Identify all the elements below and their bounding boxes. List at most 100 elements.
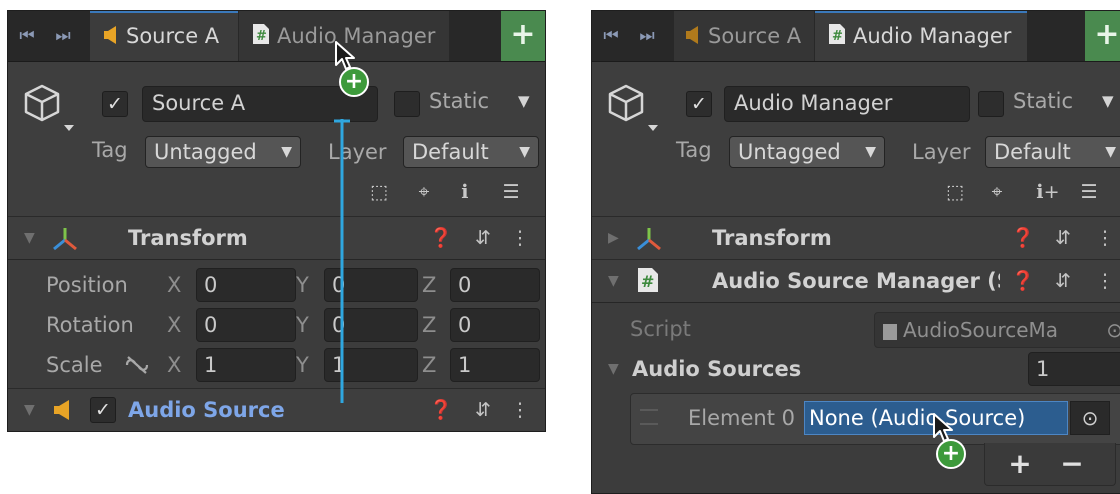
tab-source-a[interactable]: Source A	[674, 11, 814, 61]
help-icon[interactable]: ❓	[1010, 268, 1036, 294]
presets-icon[interactable]: ⇵	[470, 225, 496, 251]
svg-text:#: #	[832, 29, 843, 44]
layer-value: Default	[412, 140, 489, 164]
audio-sources-label[interactable]: Audio Sources	[632, 351, 801, 387]
static-checkbox[interactable]	[978, 91, 1004, 117]
last-tab-icon[interactable]: ⏭	[636, 24, 658, 48]
inspector-panel-left: ⏮ ⏭ Source A # Audio Manager + ✓ Source …	[7, 10, 546, 432]
chevron-down-icon: ▼	[865, 144, 876, 160]
audio-sources-count-field[interactable]: 1	[1028, 352, 1120, 386]
axis-z-label[interactable]: Z	[422, 347, 436, 383]
audio-source-manager-header[interactable]: ▼ # Audio Source Manager (S ❓ ⇵ ⋮	[592, 259, 1120, 303]
foldout-down-icon[interactable]: ▼	[24, 217, 35, 259]
rotation-label: Rotation	[46, 313, 134, 337]
transform-title: Transform	[712, 226, 832, 250]
help-icon[interactable]: ❓	[428, 225, 454, 251]
chevron-down-icon: ▼	[519, 144, 530, 160]
foldout-right-icon[interactable]: ▶	[608, 217, 619, 259]
gameobject-header: ✓ Audio Manager Static ▼ Tag Untagged ▼ L…	[592, 62, 1120, 221]
script-label: Script	[630, 317, 691, 341]
audio-source-header[interactable]: ▼ ✓ Audio Source ❓ ⇵ ⋮	[8, 388, 545, 431]
layer-dropdown[interactable]: Default ▼	[985, 136, 1120, 168]
active-checkbox[interactable]: ✓	[102, 91, 128, 117]
add-tab-button[interactable]: +	[1085, 11, 1120, 61]
audio-source-icon	[686, 12, 700, 62]
scale-z-field[interactable]: 1	[450, 348, 540, 382]
axis-z-label[interactable]: Z	[422, 307, 436, 343]
axis-x-label[interactable]: X	[167, 307, 181, 343]
layer-dropdown[interactable]: Default ▼	[403, 136, 539, 168]
axis-y-label[interactable]: Y	[296, 347, 309, 383]
transform-header[interactable]: ▼ Transform ❓ ⇵ ⋮	[8, 216, 545, 260]
script-icon: #	[253, 12, 269, 62]
active-checkbox[interactable]: ✓	[686, 91, 712, 117]
foldout-down-icon[interactable]: ▼	[608, 351, 619, 387]
unlinked-scale-icon[interactable]	[124, 355, 150, 379]
add-element-button[interactable]: +	[1000, 449, 1040, 479]
presets-icon[interactable]: ⇵	[470, 397, 496, 423]
layer-label: Layer	[912, 140, 971, 164]
gameobject-cube-icon[interactable]	[606, 82, 658, 138]
drag-add-icon: +	[936, 439, 966, 469]
axis-y-label[interactable]: Y	[296, 267, 309, 303]
layout-icon[interactable]: ☰	[498, 179, 524, 205]
last-tab-icon[interactable]: ⏭	[52, 24, 74, 48]
tab-audio-manager[interactable]: # Audio Manager	[815, 11, 1027, 61]
context-menu-icon[interactable]: ⋮	[1092, 225, 1118, 251]
name-field[interactable]: Audio Manager	[724, 86, 970, 122]
tag-label: Tag	[676, 138, 712, 162]
static-dropdown-icon[interactable]: ▼	[518, 92, 530, 110]
rotation-x-field[interactable]: 0	[196, 308, 296, 342]
rotation-z-field[interactable]: 0	[450, 308, 540, 342]
add-tab-button[interactable]: +	[501, 11, 545, 61]
select-object-icon[interactable]: ⬚	[366, 179, 392, 205]
inspector-panel-right: ⏮ ⏭ Source A # Audio Manager + ✓ Audio M…	[591, 10, 1120, 494]
help-icon[interactable]: ❓	[1010, 225, 1036, 251]
context-menu-icon[interactable]: ⋮	[507, 397, 533, 423]
presets-icon[interactable]: ⇵	[1050, 268, 1076, 294]
select-object-icon[interactable]: ⬚	[942, 179, 968, 205]
info-icon[interactable]: ℹ	[452, 179, 478, 205]
audio-source-enabled-checkbox[interactable]: ✓	[90, 397, 116, 423]
foldout-down-icon[interactable]: ▼	[608, 260, 619, 302]
axis-y-label[interactable]: Y	[296, 307, 309, 343]
gameobject-cube-icon[interactable]	[22, 82, 74, 138]
axis-x-label[interactable]: X	[167, 347, 181, 383]
tag-dropdown[interactable]: Untagged ▼	[145, 136, 301, 168]
transform-icon	[636, 227, 662, 255]
layer-value: Default	[994, 140, 1071, 164]
drag-handle-icon[interactable]	[640, 409, 658, 425]
pivot-icon[interactable]: ⌖	[984, 179, 1010, 205]
tag-dropdown[interactable]: Untagged ▼	[729, 136, 885, 168]
presets-icon[interactable]: ⇵	[1050, 225, 1076, 251]
static-checkbox[interactable]	[394, 91, 420, 117]
pivot-icon[interactable]: ⌖	[411, 179, 437, 205]
static-dropdown-icon[interactable]: ▼	[1102, 92, 1114, 110]
context-menu-icon[interactable]: ⋮	[1092, 268, 1118, 294]
axis-x-label[interactable]: X	[167, 267, 181, 303]
tab-source-a[interactable]: Source A	[90, 11, 238, 61]
first-tab-icon[interactable]: ⏮	[600, 24, 622, 48]
audio-source-icon	[54, 400, 72, 424]
object-picker-icon[interactable]: ⊙	[1070, 401, 1110, 435]
transform-title: Transform	[128, 226, 248, 250]
remove-element-button[interactable]: −	[1052, 449, 1092, 479]
layout-icon[interactable]: ☰	[1076, 179, 1102, 205]
position-z-field[interactable]: 0	[450, 268, 540, 302]
tab-label: Audio Manager	[853, 24, 1012, 48]
position-x-field[interactable]: 0	[196, 268, 296, 302]
first-tab-icon[interactable]: ⏮	[16, 24, 38, 48]
transform-header[interactable]: ▶ Transform ❓ ⇵ ⋮	[592, 216, 1120, 260]
position-label: Position	[46, 273, 128, 297]
drag-line	[334, 115, 358, 409]
help-icon[interactable]: ❓	[428, 397, 454, 423]
foldout-down-icon[interactable]: ▼	[24, 389, 35, 431]
tab-label: Audio Manager	[277, 24, 436, 48]
scale-x-field[interactable]: 1	[196, 348, 296, 382]
tab-label: Source A	[126, 24, 220, 48]
element-0-label: Element 0	[688, 406, 795, 430]
axis-z-label[interactable]: Z	[422, 267, 436, 303]
tab-bar: ⏮ ⏭ Source A # Audio Manager +	[8, 11, 545, 62]
add-info-icon[interactable]: ℹ+	[1028, 179, 1068, 205]
context-menu-icon[interactable]: ⋮	[507, 225, 533, 251]
